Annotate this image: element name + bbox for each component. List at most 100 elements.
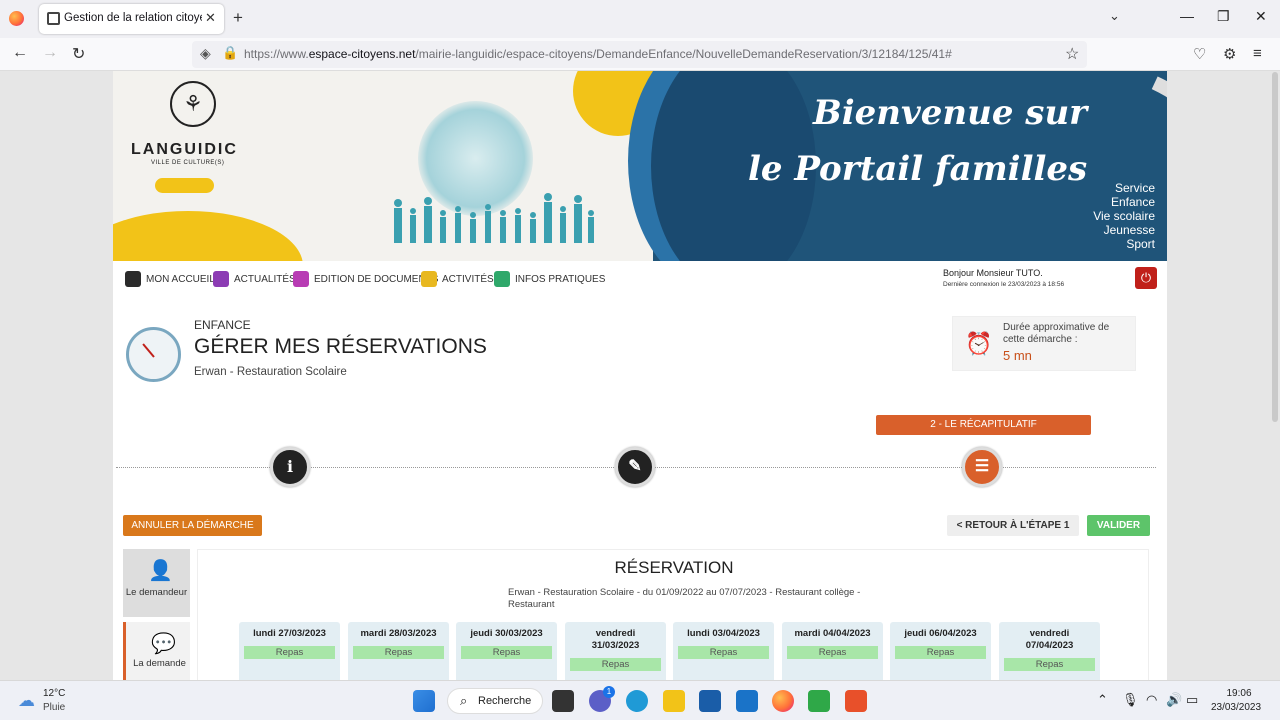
person-icon: 👤	[148, 560, 173, 582]
browser-tab[interactable]: Gestion de la relation citoyen d ✕	[39, 4, 224, 34]
step-info-icon[interactable]: i	[270, 447, 310, 487]
reservation-panel: RÉSERVATION Erwan - Restauration Scolair…	[197, 549, 1149, 680]
wifi-icon[interactable]: ◠	[1146, 692, 1157, 708]
meal-badge[interactable]: Repas	[787, 646, 878, 659]
extensions-icon[interactable]: ⚙	[1223, 45, 1236, 63]
side-tab-requester[interactable]: 👤 Le demandeur	[123, 549, 190, 617]
firefox-taskbar-icon[interactable]	[772, 690, 794, 712]
browser-tab-bar: Gestion de la relation citoyen d ✕ + ⌄ —…	[0, 0, 1280, 38]
welcome-heading: Bienvenue sur	[813, 93, 1088, 133]
firefox-icon[interactable]	[9, 11, 24, 26]
service-item: Vie scolaire	[1093, 209, 1155, 223]
side-tab-label: La demande	[133, 658, 186, 669]
wheat-logo-icon: ⚘	[170, 81, 216, 127]
home-icon	[125, 271, 141, 287]
menu-item-home[interactable]: MON ACCUEIL	[125, 271, 215, 287]
reservation-description: Erwan - Restauration Scolaire - du 01/09…	[508, 587, 861, 610]
families-silhouette-image	[394, 193, 594, 243]
window-close-button[interactable]: ✕	[1255, 8, 1267, 25]
meal-badge[interactable]: Repas	[570, 658, 661, 671]
recorder-icon[interactable]	[845, 690, 867, 712]
notification-badge: 1	[603, 686, 615, 698]
services-list: Service Enfance Vie scolaire Jeunesse Sp…	[1093, 181, 1155, 251]
day-card: lundi 27/03/2023 Repas	[239, 622, 340, 680]
store-icon[interactable]	[699, 690, 721, 712]
edge-browser-icon[interactable]	[626, 690, 648, 712]
task-view-icon[interactable]	[552, 690, 574, 712]
service-item: Enfance	[1110, 195, 1155, 209]
day-label: vendredi 31/03/2023	[591, 628, 640, 651]
file-explorer-icon[interactable]	[663, 690, 685, 712]
logout-power-icon[interactable]: ⏻	[1135, 267, 1157, 289]
reservation-title: RÉSERVATION	[614, 558, 734, 577]
step-edit-icon[interactable]: ✎	[615, 447, 655, 487]
day-label: mardi 28/03/2023	[360, 628, 437, 639]
day-label: lundi 27/03/2023	[253, 628, 326, 639]
duration-label: Durée approximative de cette démarche :	[1003, 322, 1110, 345]
day-card: mardi 28/03/2023 Repas	[348, 622, 449, 680]
bookmark-star-icon[interactable]: ☆	[1065, 44, 1079, 64]
menu-item-practical-info[interactable]: INFOS PRATIQUES	[494, 271, 605, 287]
new-tab-button[interactable]: +	[233, 8, 243, 28]
menu-item-activities[interactable]: ACTIVITÉS	[421, 271, 494, 287]
day-label: lundi 03/04/2023	[687, 628, 760, 639]
list-tabs-button[interactable]: ⌄	[1109, 8, 1120, 24]
meal-badge[interactable]: Repas	[678, 646, 769, 659]
reload-button[interactable]: ↻	[72, 44, 85, 64]
day-card: lundi 03/04/2023 Repas	[673, 622, 774, 680]
clock-time[interactable]: 19:06	[1212, 688, 1266, 699]
clock-date[interactable]: 23/03/2023	[1206, 702, 1266, 713]
pocket-icon[interactable]: ♡	[1193, 45, 1206, 63]
meal-badge[interactable]: Repas	[1004, 658, 1095, 671]
menu-item-news[interactable]: ACTUALITÉS	[213, 271, 296, 287]
page-subtitle: Erwan - Restauration Scolaire	[194, 366, 347, 378]
forward-button[interactable]: →	[42, 44, 58, 62]
meal-badge[interactable]: Repas	[895, 646, 986, 659]
tab-title: Gestion de la relation citoyen d	[64, 12, 202, 24]
page-scrollbar[interactable]	[1272, 72, 1278, 422]
shield-icon[interactable]: ◈	[200, 45, 211, 62]
step-summary-icon[interactable]: ☰	[962, 447, 1002, 487]
tab-close-icon[interactable]: ✕	[205, 10, 216, 26]
meal-badge[interactable]: Repas	[244, 646, 335, 659]
back-button[interactable]: ←	[12, 44, 28, 62]
alarm-clock-icon: ⏰	[965, 331, 993, 356]
banner: ⚘ LANGUIDIC VILLE DE CULTURE(S) Bienvenu…	[113, 71, 1167, 261]
side-tab-request[interactable]: 💬 La demande	[123, 622, 190, 680]
windows-start-icon[interactable]	[413, 690, 435, 712]
taskbar-search[interactable]: ⌕ Recherche	[447, 688, 543, 714]
day-card: jeudi 30/03/2023 Repas	[456, 622, 557, 680]
weather-temperature: 12°C	[43, 688, 66, 699]
duration-value: 5 mn	[1003, 348, 1032, 363]
side-tab-label: Le demandeur	[125, 587, 188, 598]
camtasia-icon[interactable]	[808, 690, 830, 712]
info-icon	[494, 271, 510, 287]
meal-badge[interactable]: Repas	[461, 646, 552, 659]
cancel-button[interactable]: ANNULER LA DÉMARCHE	[123, 515, 262, 536]
maximize-button[interactable]: ❐	[1217, 8, 1230, 25]
documents-icon	[293, 271, 309, 287]
microphone-icon[interactable]: 🎙	[1122, 692, 1139, 708]
page-content: ⚘ LANGUIDIC VILLE DE CULTURE(S) Bienvenu…	[113, 71, 1167, 680]
service-item: Service	[1114, 181, 1155, 195]
mail-icon[interactable]	[736, 690, 758, 712]
main-menu: MON ACCUEIL ACTUALITÉS EDITION DE DOCUME…	[113, 261, 1167, 299]
battery-icon[interactable]: ▭	[1186, 692, 1198, 708]
menu-item-documents[interactable]: EDITION DE DOCUMENTS	[293, 271, 438, 287]
menu-icon[interactable]: ≡	[1253, 45, 1262, 62]
clock-icon	[126, 327, 181, 382]
url-bar[interactable]: ◈ 🔒 https://www.espace-citoyens.net/mair…	[192, 41, 1087, 68]
tray-expand-icon[interactable]: ⌃	[1097, 692, 1108, 708]
back-to-step1-button[interactable]: < RETOUR À L'ÉTAPE 1	[947, 515, 1079, 536]
weather-condition: Pluie	[43, 702, 66, 713]
service-item: Jeunesse	[1103, 223, 1155, 237]
logo-decoration	[155, 178, 214, 193]
last-connection: Dernière connexion le 23/03/2023 à 18:56	[943, 281, 1065, 288]
meal-badge[interactable]: Repas	[353, 646, 444, 659]
weather-rain-icon[interactable]: ☁	[18, 691, 35, 711]
lock-icon[interactable]: 🔒	[222, 45, 238, 61]
minimize-button[interactable]: —	[1180, 8, 1194, 24]
url-text[interactable]: https://www.espace-citoyens.net/mairie-l…	[244, 47, 952, 61]
validate-button[interactable]: VALIDER	[1087, 515, 1150, 536]
volume-icon[interactable]: 🔊	[1166, 692, 1182, 708]
